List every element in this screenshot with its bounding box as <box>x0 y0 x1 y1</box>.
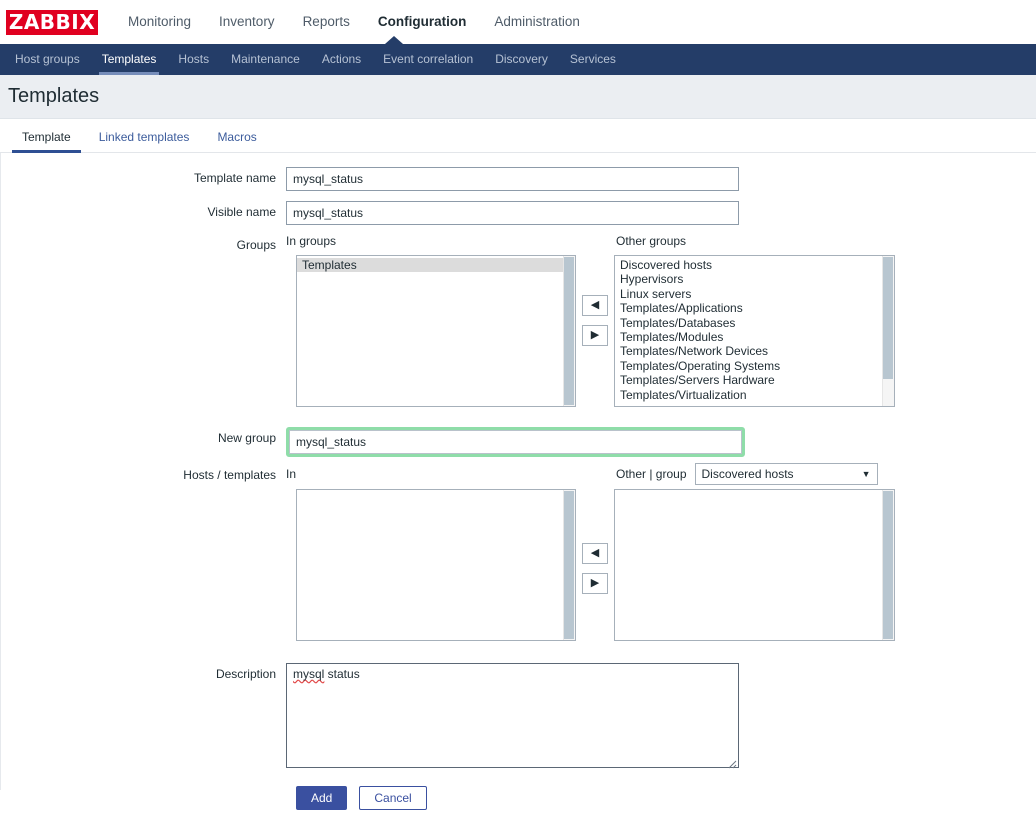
hosts-templates-label: Hosts / templates <box>183 468 276 482</box>
subnav-item-actions[interactable]: Actions <box>311 44 372 75</box>
arrow-right-icon: ▶ <box>590 577 600 589</box>
tab-macros[interactable]: Macros <box>203 130 270 152</box>
other-groups-scrollbar[interactable] <box>882 256 894 406</box>
active-menu-arrow-icon <box>385 36 403 44</box>
arrow-left-icon: ◀ <box>590 547 600 559</box>
tab-linked-templates[interactable]: Linked templates <box>85 130 204 152</box>
hosts-templates-in-label: In <box>286 467 297 481</box>
topnav-item-administration[interactable]: Administration <box>480 0 594 44</box>
description-textarea[interactable] <box>286 663 739 768</box>
arrow-left-icon: ◀ <box>590 299 600 311</box>
top-header: ZABBIX Monitoring Inventory Reports Conf… <box>0 0 1036 44</box>
field-hosts-templates: Hosts / templates In <box>1 464 296 486</box>
template-form: Template name Visible name Groups In gro… <box>0 153 1036 810</box>
groups-move-left-button[interactable]: ◀ <box>582 295 608 316</box>
other-groups-option[interactable]: Templates/Servers Hardware <box>615 373 894 387</box>
other-groups-option[interactable]: Templates/Databases <box>615 316 894 330</box>
other-groups-option[interactable]: Linux servers <box>615 287 894 301</box>
arrow-right-icon: ▶ <box>590 329 600 341</box>
groups-move-right-button[interactable]: ▶ <box>582 325 608 346</box>
field-template-name: Template name <box>1 167 739 191</box>
tab-template[interactable]: Template <box>8 130 85 153</box>
other-groups-scroll-thumb[interactable] <box>883 257 893 379</box>
cancel-button[interactable]: Cancel <box>359 786 427 810</box>
in-groups-scroll-thumb[interactable] <box>564 257 574 405</box>
other-groups-option[interactable]: Templates/Virtualization <box>615 388 894 402</box>
hosts-templates-other-scrollbar[interactable] <box>882 490 894 640</box>
subnav-item-templates[interactable]: Templates <box>91 44 168 75</box>
subnav-item-host-groups[interactable]: Host groups <box>4 44 91 75</box>
field-groups: Groups In groups <box>1 234 336 256</box>
zabbix-logo[interactable]: ZABBIX <box>6 9 98 35</box>
new-group-label: New group <box>217 431 276 445</box>
hosts-templates-in-scroll-thumb[interactable] <box>564 491 574 639</box>
form-actions: Add Cancel <box>296 786 427 810</box>
subnav-item-event-correlation[interactable]: Event correlation <box>372 44 484 75</box>
new-group-focus-ring <box>286 427 745 457</box>
in-groups-label: In groups <box>286 234 337 248</box>
visible-name-label: Visible name <box>207 205 276 219</box>
topnav-item-reports[interactable]: Reports <box>289 0 364 44</box>
description-wrapper: mysql status <box>286 663 739 771</box>
other-groups-label: Other groups <box>616 234 687 248</box>
hosts-templates-other-group-row: Other | group Discovered hosts ▼ <box>616 463 878 485</box>
topnav-item-configuration[interactable]: Configuration <box>364 0 480 44</box>
page-title: Templates <box>8 85 100 107</box>
other-groups-listbox[interactable]: Discovered hosts Hypervisors Linux serve… <box>614 255 895 407</box>
hosts-templates-other-listbox[interactable] <box>614 489 895 641</box>
other-groups-option[interactable]: Templates/Applications <box>615 301 894 315</box>
other-groups-option[interactable]: Templates/Network Devices <box>615 344 894 358</box>
field-new-group: New group <box>1 427 745 457</box>
other-groups-option[interactable]: Templates/Operating Systems <box>615 359 894 373</box>
hosts-templates-other-scroll-thumb[interactable] <box>883 491 893 639</box>
description-label: Description <box>215 667 276 681</box>
field-description: Description mysql status <box>1 663 739 771</box>
group-select-value: Discovered hosts <box>701 467 794 481</box>
topnav-item-inventory[interactable]: Inventory <box>205 0 289 44</box>
other-groups-option[interactable]: Discovered hosts <box>615 258 894 272</box>
topnav-item-monitoring[interactable]: Monitoring <box>114 0 205 44</box>
subnav-item-hosts[interactable]: Hosts <box>167 44 220 75</box>
in-groups-scrollbar[interactable] <box>563 256 575 406</box>
form-tabs: Template Linked templates Macros <box>0 119 1036 153</box>
in-groups-option[interactable]: Templates <box>297 258 575 273</box>
subnav-item-services[interactable]: Services <box>559 44 627 75</box>
other-groups-option[interactable]: Hypervisors <box>615 272 894 286</box>
groups-transfer-buttons: ◀ ▶ <box>582 295 608 346</box>
hosts-templates-move-right-button[interactable]: ▶ <box>582 573 608 594</box>
visible-name-input[interactable] <box>286 201 739 225</box>
hosts-templates-move-left-button[interactable]: ◀ <box>582 543 608 564</box>
other-groups-option[interactable]: Templates/Modules <box>615 330 894 344</box>
chevron-down-icon: ▼ <box>861 469 871 479</box>
hosts-templates-transfer-buttons: ◀ ▶ <box>582 543 608 594</box>
hosts-templates-other-label: Other | group <box>616 467 687 481</box>
new-group-input[interactable] <box>289 430 742 454</box>
page-header: Templates <box>0 75 1036 119</box>
template-name-label: Template name <box>193 171 276 185</box>
main-navigation: Monitoring Inventory Reports Configurati… <box>114 0 594 44</box>
add-button[interactable]: Add <box>296 786 348 810</box>
hosts-templates-in-listbox[interactable] <box>296 489 576 641</box>
group-select[interactable]: Discovered hosts ▼ <box>694 463 878 485</box>
in-groups-listbox[interactable]: Templates <box>296 255 576 407</box>
groups-label: Groups <box>236 238 276 252</box>
sub-navigation: Host groups Templates Hosts Maintenance … <box>0 44 1036 75</box>
hosts-templates-in-scrollbar[interactable] <box>563 490 575 640</box>
template-name-input[interactable] <box>286 167 739 191</box>
subnav-item-maintenance[interactable]: Maintenance <box>220 44 311 75</box>
subnav-item-discovery[interactable]: Discovery <box>484 44 559 75</box>
field-visible-name: Visible name <box>1 201 739 225</box>
